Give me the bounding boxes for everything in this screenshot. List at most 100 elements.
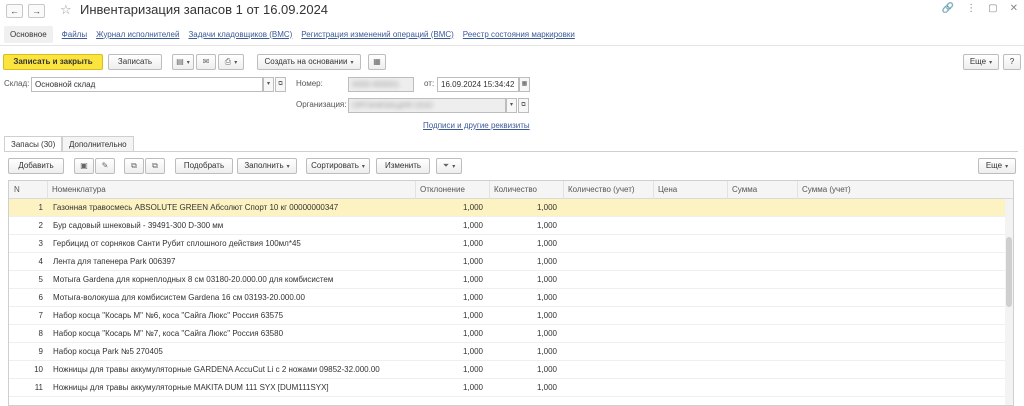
- column-header-deviation[interactable]: Отклонение: [415, 181, 489, 199]
- chevron-down-icon: ▾: [350, 60, 354, 66]
- number-field[interactable]: 0000-000001: [348, 77, 414, 92]
- add-button[interactable]: Добавить: [8, 158, 64, 174]
- organization-dropdown-button[interactable]: ▾: [506, 98, 517, 113]
- table-row[interactable]: 3 Гербицид от сорняков Санти Рубит сплошн…: [9, 235, 1013, 253]
- organization-field[interactable]: ОРГАНИЗАЦИЯ ООО: [348, 98, 506, 113]
- back-button[interactable]: ←: [6, 4, 23, 18]
- row-number: 7: [38, 311, 43, 320]
- table-header: N Номенклатура Отклонение Количество Кол…: [9, 181, 1013, 199]
- table-row[interactable]: 2 Бур садовый шнековый - 39491-300 D-300 …: [9, 217, 1013, 235]
- fill-button[interactable]: Заполнить ▾: [237, 158, 297, 174]
- printer-icon: ⎙: [224, 57, 232, 66]
- table-row[interactable]: 7 Набор косца "Косарь М" №6, коса "Сайга …: [9, 307, 1013, 325]
- tab-stocks[interactable]: Запасы (30): [4, 136, 63, 152]
- forward-button[interactable]: →: [28, 4, 45, 18]
- table-row[interactable]: 6 Мотыга-волокуша для комбисистем Gardena…: [9, 289, 1013, 307]
- arrow-down-icon: ⧉: [152, 161, 158, 170]
- nomenclature-cell: Гербицид от сорняков Санти Рубит сплошно…: [53, 239, 301, 248]
- column-header-quantity-accounting[interactable]: Количество (учет): [563, 181, 653, 199]
- deviation-cell: 1,000: [462, 275, 483, 284]
- copy-row-button[interactable]: ▣: [74, 158, 94, 174]
- deviation-cell: 1,000: [462, 293, 483, 302]
- organization-open-button[interactable]: ⧉: [518, 98, 529, 113]
- row-number: 10: [34, 365, 43, 374]
- filter-button[interactable]: ⏷ ▾: [436, 158, 462, 174]
- table-row[interactable]: 1 Газонная травосмесь ABSOLUTE GREEN Абсо…: [9, 199, 1013, 217]
- edit-row-button[interactable]: ✎: [95, 158, 115, 174]
- vertical-scrollbar[interactable]: [1005, 199, 1013, 405]
- stocks-table: N Номенклатура Отклонение Количество Кол…: [8, 180, 1014, 406]
- calendar-icon[interactable]: ▦: [519, 77, 530, 92]
- table-row[interactable]: 4 Лента для тапенера Park 006397 1,000 1,00…: [9, 253, 1013, 271]
- move-down-button[interactable]: ⧉: [145, 158, 165, 174]
- deviation-cell: 1,000: [462, 239, 483, 248]
- print-button[interactable]: ⎙ ▾: [218, 54, 244, 70]
- column-header-n[interactable]: N: [9, 181, 47, 199]
- column-header-sum-accounting[interactable]: Сумма (учет): [797, 181, 1007, 199]
- tab-operation-changes[interactable]: Регистрация изменений операций (ВМС): [301, 30, 454, 39]
- table-row[interactable]: 5 Мотыга Gardena для корнеплодных 8 см 03…: [9, 271, 1013, 289]
- quantity-cell: 1,000: [536, 221, 557, 230]
- save-and-close-button[interactable]: Записать и закрыть: [3, 54, 103, 70]
- date-label: от:: [424, 79, 435, 88]
- more-button[interactable]: Еще ▾: [963, 54, 999, 70]
- tab-additional[interactable]: Дополнительно: [62, 136, 134, 152]
- table-row[interactable]: 11 Ножницы для травы аккумуляторные MAKIT…: [9, 379, 1013, 397]
- copy-icon: ▣: [80, 161, 88, 170]
- move-up-button[interactable]: ⧉: [124, 158, 144, 174]
- chevron-down-icon: ▾: [234, 60, 238, 66]
- save-button[interactable]: Записать: [108, 54, 162, 70]
- filter-icon: ⏷: [442, 161, 450, 170]
- row-number: 2: [38, 221, 43, 230]
- fill-label: Заполнить: [244, 161, 284, 170]
- pencil-icon: ✎: [101, 161, 109, 170]
- create-based-on-button[interactable]: Создать на основании ▾: [257, 54, 361, 70]
- more-icon[interactable]: ⋮: [966, 3, 976, 14]
- table-row[interactable]: 10 Ножницы для травы аккумуляторные GARDE…: [9, 361, 1013, 379]
- column-header-price[interactable]: Цена: [653, 181, 727, 199]
- tab-main[interactable]: Основное: [4, 25, 53, 43]
- favorite-star-icon[interactable]: ☆: [60, 2, 72, 18]
- structure-button[interactable]: ▦: [368, 54, 386, 70]
- email-button[interactable]: ✉: [196, 54, 216, 70]
- column-header-nomenclature[interactable]: Номенклатура: [47, 181, 415, 199]
- maximize-icon[interactable]: ▢: [988, 3, 997, 14]
- tab-divider: [4, 151, 1018, 152]
- table-more-label: Еще: [985, 161, 1003, 170]
- nomenclature-cell: Мотыга Gardena для корнеплодных 8 см 031…: [53, 275, 334, 284]
- sort-button[interactable]: Сортировать ▾: [306, 158, 370, 174]
- row-number: 11: [34, 383, 43, 392]
- tab-executors-log[interactable]: Журнал исполнителей: [96, 30, 179, 39]
- print-forms-button[interactable]: ▤ ▾: [172, 54, 194, 70]
- column-header-quantity[interactable]: Количество: [489, 181, 563, 199]
- table-row[interactable]: 9 Набор косца Park №5 270405 1,000 1,000: [9, 343, 1013, 361]
- tab-marking-registry[interactable]: Реестр состояния маркировки: [463, 30, 575, 39]
- warehouse-dropdown-button[interactable]: ▾: [263, 77, 274, 92]
- close-icon[interactable]: ✕: [1010, 3, 1018, 14]
- tab-storekeeper-tasks[interactable]: Задачи кладовщиков (ВМС): [188, 30, 292, 39]
- date-field[interactable]: 16.09.2024 15:34:42: [437, 77, 519, 92]
- signatures-link[interactable]: Подписи и другие реквизиты: [423, 121, 530, 130]
- table-more-button[interactable]: Еще ▾: [978, 158, 1016, 174]
- row-number: 1: [38, 203, 43, 212]
- scrollbar-thumb[interactable]: [1006, 237, 1012, 307]
- nomenclature-cell: Мотыга-волокуша для комбисистем Gardena …: [53, 293, 305, 302]
- nomenclature-cell: Бур садовый шнековый - 39491-300 D-300 м…: [53, 221, 224, 230]
- warehouse-open-button[interactable]: ⧉: [275, 77, 286, 92]
- number-label: Номер:: [296, 79, 323, 88]
- quantity-cell: 1,000: [536, 203, 557, 212]
- link-icon[interactable]: 🔗: [942, 3, 954, 14]
- row-number: 5: [38, 275, 43, 284]
- change-button[interactable]: Изменить: [376, 158, 430, 174]
- warehouse-field[interactable]: Основной склад: [31, 77, 263, 92]
- pick-button[interactable]: Подобрать: [175, 158, 233, 174]
- tab-files[interactable]: Файлы: [62, 30, 87, 39]
- deviation-cell: 1,000: [462, 203, 483, 212]
- section-nav: Основное Файлы Журнал исполнителей Задач…: [0, 24, 584, 44]
- quantity-cell: 1,000: [536, 383, 557, 392]
- column-header-sum[interactable]: Сумма: [727, 181, 797, 199]
- table-row[interactable]: 8 Набор косца "Косарь М" №7, коса "Сайга …: [9, 325, 1013, 343]
- help-button[interactable]: ?: [1003, 54, 1021, 70]
- deviation-cell: 1,000: [462, 347, 483, 356]
- deviation-cell: 1,000: [462, 257, 483, 266]
